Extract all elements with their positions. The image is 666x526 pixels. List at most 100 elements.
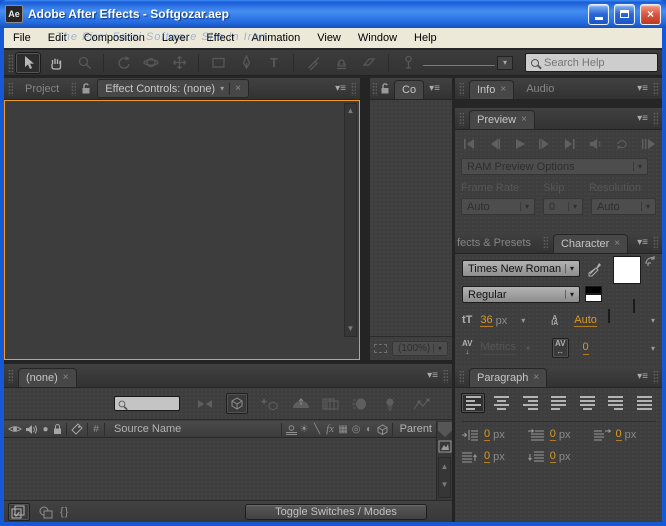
panel-grip[interactable] — [653, 235, 658, 250]
tab-effects-presets[interactable]: fects & Presets — [455, 237, 538, 249]
composition-viewport[interactable] — [370, 100, 452, 336]
motion-blur-icon[interactable]: ◎ — [350, 424, 363, 435]
tab-character[interactable]: Character × — [552, 234, 629, 253]
tracking-value[interactable]: 0 — [582, 341, 589, 355]
workspace-dropdown[interactable]: ▾ — [423, 55, 513, 70]
panel-grip[interactable] — [372, 81, 377, 96]
brainstorm-button[interactable] — [382, 397, 398, 411]
toggle-switches-modes-button[interactable]: Toggle Switches / Modes — [245, 503, 427, 520]
pan-behind-tool-button[interactable] — [166, 52, 192, 74]
indent-left-value[interactable]: 0 — [484, 428, 491, 442]
type-tool-button[interactable]: T — [261, 52, 287, 74]
justify-all-button[interactable] — [632, 393, 656, 413]
motion-blur-button[interactable] — [351, 397, 368, 411]
rotation-tool-button[interactable] — [110, 52, 136, 74]
graph-editor-button[interactable] — [412, 397, 430, 411]
panel-seam[interactable] — [4, 360, 452, 364]
swap-fill-stroke-icon[interactable] — [644, 255, 657, 267]
magnification-dropdown[interactable]: (100%) ▾ — [392, 341, 448, 356]
play-button[interactable] — [514, 138, 526, 150]
frame-rate-dropdown[interactable]: Auto ▾ — [461, 198, 535, 215]
timeline-vertical-scrollbar[interactable]: ▲ ▼ — [438, 457, 451, 498]
tab-preview[interactable]: Preview × — [469, 110, 535, 129]
eraser-tool-button[interactable] — [356, 52, 382, 74]
expand-layer-switches-button[interactable] — [8, 502, 30, 521]
tab-project[interactable]: Project — [18, 83, 66, 95]
justify-last-center-button[interactable] — [575, 393, 599, 413]
live-update-button[interactable] — [260, 396, 278, 411]
skip-dropdown[interactable]: 0 ▾ — [543, 198, 583, 215]
auto-keyframe-button[interactable] — [292, 397, 310, 410]
first-line-indent-value[interactable]: 0 — [549, 428, 556, 442]
mask-shape-tool-button[interactable] — [205, 52, 231, 74]
puppet-pin-tool-button[interactable] — [395, 52, 421, 74]
source-name-column[interactable]: Source Name — [114, 423, 181, 435]
menu-animation[interactable]: Animation — [251, 32, 300, 44]
camera-tool-button[interactable] — [138, 52, 164, 74]
timeline-search-input[interactable] — [129, 398, 176, 409]
menu-effect[interactable]: Effect — [206, 32, 234, 44]
justify-last-right-button[interactable] — [604, 393, 628, 413]
panel-grip[interactable] — [8, 81, 13, 96]
audio-mute-button[interactable] — [589, 138, 603, 150]
leading-value[interactable]: Auto — [574, 314, 597, 328]
panel-grip[interactable] — [653, 81, 658, 96]
panel-grip[interactable] — [459, 369, 464, 384]
panel-grip[interactable] — [653, 111, 658, 126]
fill-color-swatch[interactable] — [613, 256, 641, 284]
label-tag-icon[interactable] — [70, 423, 84, 435]
comp-marker-bin-icon[interactable] — [438, 440, 452, 453]
font-family-dropdown[interactable]: Times New Roman ▾ — [462, 260, 580, 277]
menu-view[interactable]: View — [317, 32, 341, 44]
effects-fx-icon[interactable]: fx — [324, 423, 337, 435]
scroll-up-icon[interactable]: ▲ — [345, 104, 356, 118]
vertical-scrollbar[interactable]: ▲ ▼ — [344, 103, 357, 337]
last-frame-button[interactable] — [563, 138, 578, 150]
expand-transfer-controls-button[interactable] — [38, 505, 54, 519]
quality-icon[interactable]: ╲ — [311, 424, 324, 435]
pen-tool-button[interactable] — [233, 52, 259, 74]
panel-grip[interactable] — [71, 81, 77, 96]
panel-menu-icon[interactable]: ▾≡ — [427, 370, 438, 381]
panel-menu-icon[interactable]: ▾≡ — [637, 83, 648, 94]
panel-grip[interactable] — [653, 369, 658, 384]
tab-timeline-none[interactable]: (none) × — [18, 368, 77, 387]
selection-tool-button[interactable] — [15, 51, 41, 74]
panel-menu-icon[interactable]: ▾≡ — [429, 83, 440, 94]
previous-frame-button[interactable] — [487, 138, 502, 150]
indent-right-value[interactable]: 0 — [615, 428, 622, 442]
draft-3d-button[interactable] — [226, 393, 248, 414]
stroke-color-swatch[interactable] — [633, 299, 635, 313]
panel-menu-icon[interactable]: ▾≡ — [637, 113, 648, 124]
panel-menu-icon[interactable]: ▾≡ — [335, 83, 346, 94]
eyedropper-icon[interactable] — [587, 260, 602, 277]
unlock-icon[interactable] — [380, 82, 391, 95]
menu-edit[interactable]: Edit — [48, 32, 67, 44]
effect-controls-close-button[interactable]: × — [235, 83, 241, 94]
first-frame-button[interactable] — [461, 138, 476, 150]
panel-grip[interactable] — [459, 111, 464, 126]
info-close-button[interactable]: × — [500, 85, 506, 95]
menu-composition[interactable]: Composition — [84, 32, 145, 44]
chevron-down-icon[interactable]: ▾ — [651, 316, 655, 325]
chevron-down-icon[interactable]: ▾ — [220, 84, 224, 93]
scroll-down-icon[interactable]: ▼ — [345, 322, 356, 336]
brush-tool-button[interactable] — [300, 52, 326, 74]
zoom-tool-button[interactable] — [71, 52, 97, 74]
shy-icon[interactable] — [285, 424, 298, 435]
align-center-button[interactable] — [490, 393, 514, 413]
panel-grip[interactable] — [443, 368, 448, 383]
font-style-dropdown[interactable]: Regular ▾ — [462, 286, 580, 303]
preview-close-button[interactable]: × — [521, 115, 527, 125]
ram-preview-options-dropdown[interactable]: RAM Preview Options ▾ — [461, 158, 648, 175]
align-right-button[interactable] — [518, 393, 542, 413]
panel-grip[interactable] — [351, 81, 356, 96]
panel-menu-icon[interactable]: ▾≡ — [637, 237, 648, 248]
scroll-up-icon[interactable]: ▲ — [439, 460, 450, 474]
panel-grip[interactable] — [8, 368, 13, 383]
chevron-down-icon[interactable]: ▾ — [651, 344, 655, 353]
tab-effect-controls[interactable]: Effect Controls: (none) ▾ × — [97, 79, 249, 98]
space-before-value[interactable]: 0 — [484, 450, 491, 464]
tab-audio[interactable]: Audio — [519, 83, 561, 95]
panel-seam[interactable] — [452, 78, 455, 522]
